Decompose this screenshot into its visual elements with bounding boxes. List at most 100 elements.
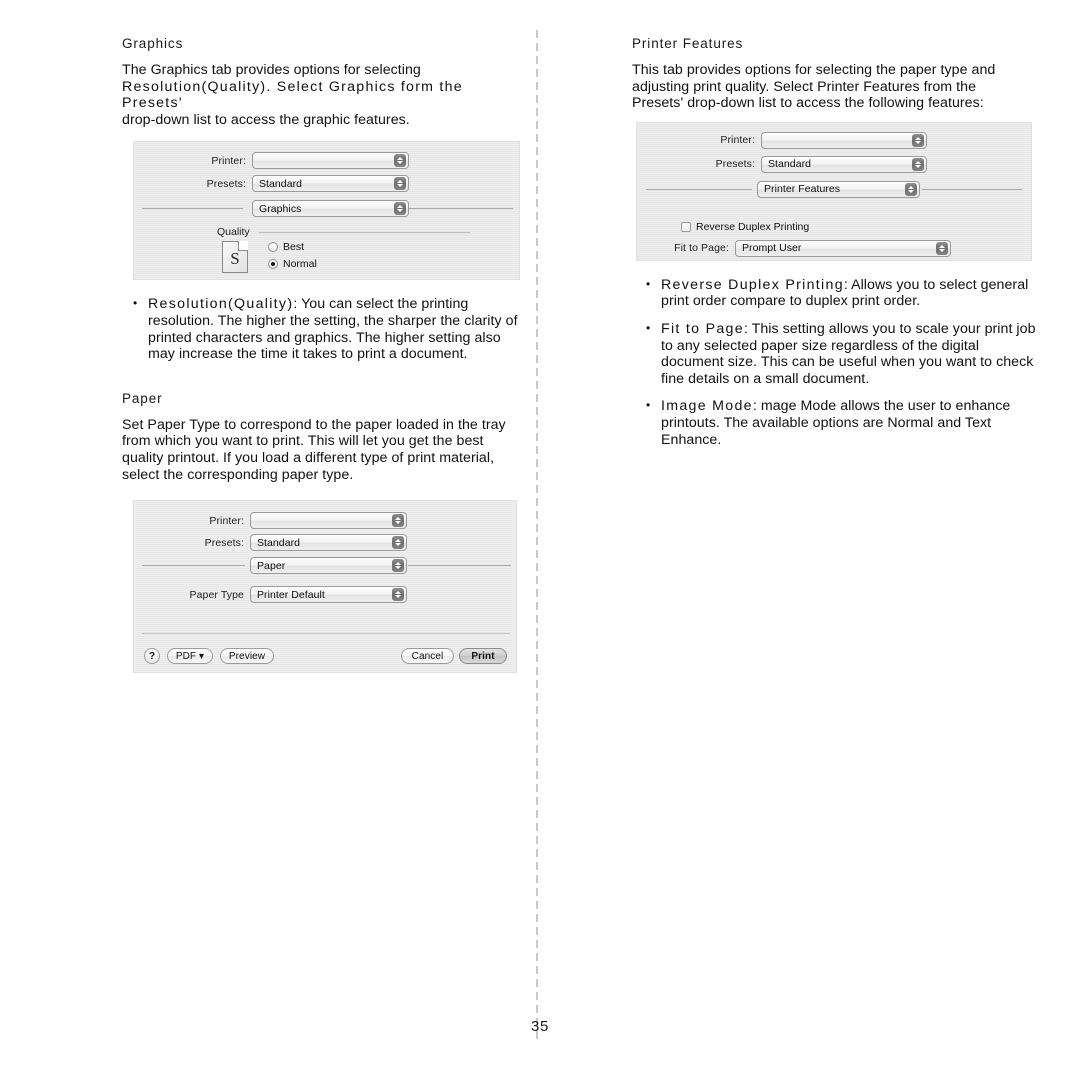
stepper-arrows-icon	[912, 157, 924, 171]
stepper-arrows-icon	[392, 588, 404, 602]
help-button[interactable]: ?	[144, 648, 160, 665]
bullet-resolution-quality: Resolution(Quality): You can select the …	[131, 295, 529, 362]
manual-page: Graphics The Graphics tab provides optio…	[0, 0, 1080, 1080]
presets-popup-value: Standard	[259, 177, 303, 190]
quality-group-label: Quality	[217, 226, 250, 239]
pane-rule-left	[142, 208, 243, 210]
printer-popup[interactable]	[761, 131, 927, 149]
presets-row: Presets: Standard	[134, 175, 409, 193]
paper-print-dialog: Printer: Presets: Standard Paper Paper T…	[133, 500, 517, 674]
pane-popup-value: Printer Features	[764, 183, 841, 196]
printer-label: Printer:	[211, 154, 246, 167]
fit-to-page-row: Fit to Page: Prompt User	[637, 239, 957, 257]
paper-intro-line-1: Set Paper Type to correspond to the pape…	[122, 416, 506, 433]
section-heading-graphics: Graphics	[122, 36, 184, 51]
page-fold-icon	[238, 241, 248, 252]
pane-rule-right	[409, 208, 513, 210]
pdf-button[interactable]: PDF ▾	[167, 648, 213, 665]
printer-features-intro-line-1: This tab provides options for selecting …	[632, 62, 996, 78]
quality-option-best-label: Best	[283, 241, 305, 254]
radio-normal-icon[interactable]	[268, 259, 278, 270]
preview-button[interactable]: Preview	[220, 648, 274, 665]
paper-intro-line-4: select the corresponding paper type.	[122, 466, 354, 483]
print-button[interactable]: Print	[459, 648, 507, 665]
paper-intro-line-2: from which you want to print. This will …	[122, 433, 484, 450]
cancel-button[interactable]: Cancel	[401, 648, 454, 665]
radio-best-icon[interactable]	[268, 242, 278, 253]
graphics-print-dialog: Printer: Presets: Standard Graphics Qual…	[133, 141, 520, 281]
stepper-arrows-icon	[912, 133, 924, 147]
pane-popup-printer-features[interactable]: Printer Features	[757, 180, 920, 198]
presets-popup-value: Standard	[768, 158, 812, 171]
printer-row: Printer:	[134, 512, 409, 530]
pane-rule-left	[646, 188, 752, 190]
presets-label: Presets:	[204, 536, 244, 549]
fit-to-page-popup[interactable]: Prompt User	[735, 239, 951, 257]
fit-to-page-label: Fit to Page:	[674, 242, 729, 255]
page-number: 35	[531, 1018, 549, 1035]
paper-intro-paragraph: Set Paper Type to correspond to the pape…	[122, 417, 522, 483]
pane-popup-graphics[interactable]: Graphics	[252, 200, 409, 218]
quality-option-best[interactable]: Best	[268, 241, 304, 253]
stepper-arrows-icon	[392, 514, 404, 528]
printer-features-bullet-list: Reverse Duplex Printing: Allows you to s…	[644, 276, 1040, 448]
reverse-duplex-printing-label: Reverse Duplex Printing	[696, 220, 810, 233]
button-bar-rule	[142, 633, 510, 635]
bullet-reverse-duplex-printing: Reverse Duplex Printing: Allows you to s…	[644, 276, 1040, 310]
printer-popup[interactable]	[250, 512, 407, 530]
presets-popup[interactable]: Standard	[761, 155, 927, 173]
bullet-reverse-duplex-printing-term: Reverse Duplex Printing	[661, 276, 844, 293]
presets-row: Presets: Standard	[637, 155, 927, 173]
pane-popup-value: Graphics	[259, 202, 302, 215]
presets-label: Presets:	[206, 177, 246, 190]
printer-popup[interactable]	[252, 152, 409, 170]
left-column: Graphics The Graphics tab provides optio…	[122, 36, 522, 674]
graphics-bullet-list: Resolution(Quality): You can select the …	[131, 295, 529, 362]
quality-option-normal[interactable]: Normal	[268, 258, 317, 270]
paper-type-popup-value: Printer Default	[257, 588, 325, 601]
quality-group-rule	[259, 232, 470, 234]
printer-label: Printer:	[720, 134, 755, 147]
presets-popup[interactable]: Standard	[250, 534, 407, 552]
pane-rule-right	[408, 565, 511, 567]
document-icon-letter: S	[230, 249, 240, 269]
bullet-resolution-quality-term: Resolution(Quality)	[148, 296, 294, 313]
paper-intro-line-3: quality printout. If you load a differen…	[122, 449, 495, 466]
pane-popup-value: Paper	[257, 559, 286, 572]
presets-popup-value: Standard	[257, 536, 301, 549]
printer-features-intro-paragraph: This tab provides options for selecting …	[632, 62, 1032, 112]
graphics-intro-paragraph: The Graphics tab provides options for se…	[122, 62, 522, 128]
quality-option-normal-label: Normal	[283, 258, 317, 271]
presets-label: Presets:	[715, 158, 755, 171]
stepper-arrows-icon	[392, 536, 404, 550]
graphics-intro-line-2: Resolution(Quality). Select Graphics for…	[122, 78, 463, 112]
pane-rule-right	[922, 188, 1022, 190]
section-heading-paper: Paper	[122, 390, 163, 406]
presets-popup[interactable]: Standard	[252, 175, 409, 193]
printer-row: Printer:	[134, 152, 409, 170]
stepper-arrows-icon	[392, 559, 404, 573]
stepper-arrows-icon	[394, 202, 406, 216]
reverse-duplex-printing-checkbox-row[interactable]: Reverse Duplex Printing	[681, 221, 809, 233]
stepper-arrows-icon	[905, 182, 917, 196]
printer-features-intro-line-2: adjusting print quality. Select Printer …	[632, 78, 977, 95]
graphics-intro-line-3: drop-down list to access the graphic fea…	[122, 111, 410, 128]
stepper-arrows-icon	[394, 154, 406, 168]
section-heading-printer-features: Printer Features	[632, 36, 744, 51]
right-column: Printer Features This tab provides optio…	[632, 36, 1035, 459]
printer-features-intro-line-3: Presets' drop-down list to access the fo…	[632, 95, 984, 112]
stepper-arrows-icon	[394, 177, 406, 191]
printer-features-dialog: Printer: Presets: Standard Printer Featu…	[636, 121, 1032, 261]
pane-rule-left	[142, 565, 245, 567]
printer-row: Printer:	[637, 131, 927, 149]
presets-row: Presets: Standard	[134, 534, 409, 552]
printer-label: Printer:	[209, 514, 244, 527]
paper-type-label: Paper Type	[189, 588, 244, 601]
pane-popup-paper[interactable]: Paper	[250, 557, 407, 575]
stepper-arrows-icon	[936, 241, 948, 255]
fit-to-page-popup-value: Prompt User	[742, 242, 802, 255]
paper-type-popup[interactable]: Printer Default	[250, 586, 407, 604]
checkbox-icon[interactable]	[681, 221, 691, 232]
column-divider	[536, 30, 538, 1040]
bullet-image-mode-term: Image Mode	[661, 398, 753, 415]
